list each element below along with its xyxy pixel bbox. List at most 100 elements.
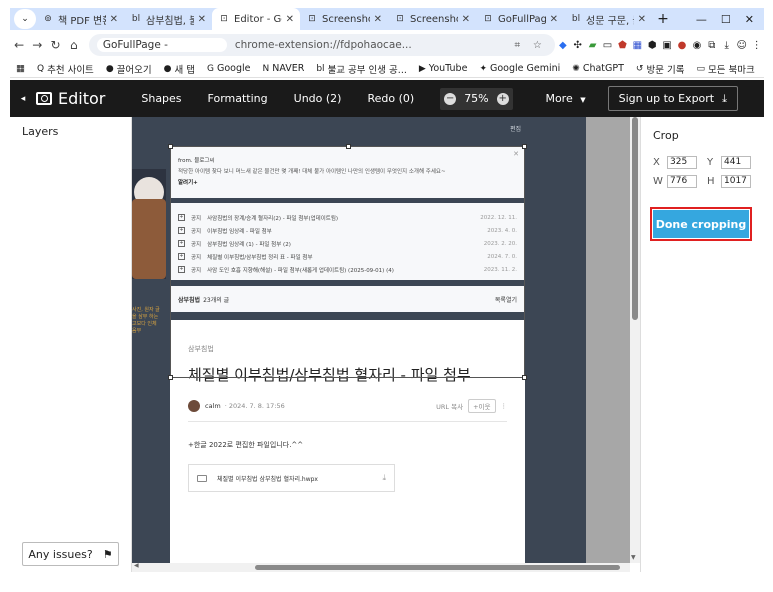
edit-badge: 편집 [510,126,522,133]
tab-close-icon[interactable]: ✕ [110,14,118,25]
bookmark-item[interactable]: Q 추천 사이트 [31,62,100,76]
notice-list-card: + 공지 사암침법의 장계/승계 혈자리(2) - 파일 첨부(업데이트됨) 2022… [170,203,525,280]
bookmark-item[interactable]: ↺ 방문 기록 [630,62,691,76]
site-chip[interactable]: GoFullPage - [96,38,227,52]
browser-tab[interactable]: bl 삼부침법, 불 ✕ [124,8,212,30]
neighbor-button: +이웃 [468,399,496,413]
profile-avatar-icon[interactable]: ☺ [734,40,749,51]
tab-close-icon[interactable]: ✕ [374,14,382,25]
bookmark-item[interactable]: bl 불교 공부 인생 공... [310,62,413,76]
tab-close-icon[interactable]: ✕ [638,14,646,25]
browser-tab[interactable]: ⊡ Screenshot ✕ [388,8,476,30]
crop-xy-row: X 325 Y 441 [653,156,751,169]
notice-title: 삼부침법 임상례 (1) - 파일 첨부 (2) [207,241,291,248]
list-toggle: 목록열기 [494,296,517,304]
post-meta: calm · 2024. 7. 8. 17:56 URL 복사 +이웃 ⋮ [188,399,507,413]
extension-icon-4[interactable]: ▭ [600,40,615,51]
bookmark-star-icon[interactable]: ☆ [527,40,547,51]
bookmark-item[interactable]: ● 새 탭 [158,62,201,76]
browser-tab[interactable]: ⊡ Screenshot ✕ [300,8,388,30]
crop-w-input[interactable]: 776 [667,175,697,188]
forward-arrow-icon[interactable]: → [28,38,46,52]
horizontal-scroll-thumb[interactable] [255,565,620,570]
tab-close-icon[interactable]: ✕ [198,14,206,25]
any-issues-button[interactable]: Any issues? ⚑ [22,542,119,566]
crop-panel: Crop X 325 Y 441 W 776 H 1017 Done cropp… [640,117,764,572]
bookmark-item[interactable]: ▶ YouTube [413,62,474,76]
tab-close-icon[interactable]: ✕ [286,14,294,25]
tab-favicon-icon: bl [131,14,141,24]
minimize-icon[interactable]: — [696,13,707,26]
scroll-left-arrow-icon[interactable]: ◀ [134,562,139,569]
maximize-icon[interactable]: ☐ [721,13,731,26]
formatting-menu[interactable]: Formatting [208,92,268,105]
extension-icon-7[interactable]: ⬢ [645,40,660,51]
bookmark-item[interactable]: G Google [201,62,257,76]
artwork-figure [132,199,166,279]
bookmark-item[interactable]: N NAVER [257,62,311,76]
sign-up-export-button[interactable]: Sign up to Export ⤓ [607,86,738,111]
more-menu[interactable]: More ▼ [545,92,585,105]
sidebar-note: 사진, 원자 글을 삼부 하는 고보다 인체 음부 [132,307,160,334]
extension-icon-3[interactable]: ▰ [585,40,600,51]
back-caret-icon[interactable]: ◂ [16,94,30,104]
horizontal-scrollbar[interactable]: ◀ [132,562,630,572]
extension-icon-5[interactable]: ⬟ [615,40,630,51]
browser-tab[interactable]: ⊚ 책 PDF 변환 ✕ [36,8,124,30]
vertical-scrollbar[interactable]: ▼ [630,117,640,563]
browser-tab[interactable]: ⊡ GoFullPage ✕ [476,8,564,30]
plus-box-icon: + [178,253,185,260]
zoom-out-icon[interactable]: − [444,92,457,105]
zoom-in-icon[interactable]: + [496,92,509,105]
crop-title: Crop [653,129,679,142]
browser-menu-icon[interactable]: ⋮ [749,40,764,51]
translate-icon[interactable]: ⌗ [507,40,527,51]
crop-y-input[interactable]: 441 [721,156,751,169]
undo-button[interactable]: Undo (2) [294,92,342,105]
redo-button[interactable]: Redo (0) [367,92,414,105]
notice-title: 체질별 이부침법/삼부침법 정리 표 - 파일 첨부 [207,254,313,261]
post-divider [188,421,507,422]
all-bookmarks-folder[interactable]: ▭ 모든 북마크 [690,62,764,76]
bookmark-favicon-icon: ● [163,63,172,74]
browser-tab[interactable]: ⊡ Editor - GoF ✕ [212,8,300,30]
bookmark-item[interactable]: ● 끌어오기 [100,62,158,76]
tab-list: ⊚ 책 PDF 변환 ✕ bl 삼부침법, 불 ✕ ⊡ Editor - GoF ✕ ⊡ Scree… [36,8,652,30]
bookmark-label: Google [216,63,251,74]
editor-canvas[interactable]: 사진, 원자 글을 삼부 하는 고보다 인체 음부 편집 from. 블로그씨 … [132,117,630,563]
extension-icon-9[interactable]: ● [675,40,690,51]
scroll-down-arrow-icon[interactable]: ▼ [631,554,636,561]
home-icon[interactable]: ⌂ [65,38,83,52]
browser-tab[interactable]: bl 성문 구문, 불 ✕ [564,8,652,30]
bookmark-label: 끌어오기 [116,64,152,76]
reload-icon[interactable]: ↻ [46,38,64,52]
bookmark-item[interactable]: ✺ ChatGPT [566,62,630,76]
back-arrow-icon[interactable]: ← [10,38,28,52]
extension-icon-2[interactable]: ✣ [570,40,585,51]
bookmark-favicon-icon: N [262,63,270,74]
notice-list: + 공지 사암침법의 장계/승계 혈자리(2) - 파일 첨부(업데이트됨) 2022… [178,211,517,276]
crop-x-input[interactable]: 325 [667,156,697,169]
tab-close-icon[interactable]: ✕ [550,14,558,25]
editor-header: ◂ Editor Shapes Formatting Undo (2) Redo… [10,80,764,117]
crop-h-input[interactable]: 1017 [721,175,751,188]
shapes-menu[interactable]: Shapes [141,92,181,105]
url-text: chrome-extension://fdpohaocae... [234,39,412,51]
vertical-scroll-thumb[interactable] [632,117,638,320]
bookmark-item[interactable]: ✦ Google Gemini [473,62,566,76]
address-bar[interactable]: GoFullPage - chrome-extension://fdpohaoc… [88,34,556,56]
post-card: 삼부침법 체질별 이부침법/삼부침법 혈자리 - 파일 첨부 calm · 20… [170,320,525,563]
chevron-down-icon: ▼ [580,96,586,104]
new-tab-button[interactable]: + [652,11,674,27]
apps-grid-icon[interactable]: ▦ [10,63,31,74]
download-icon[interactable]: ⤓ [719,40,734,51]
close-window-icon[interactable]: ✕ [745,13,754,26]
extension-icon-6[interactable]: ▦ [630,40,645,51]
tab-close-icon[interactable]: ✕ [462,14,470,25]
extension-icon-1[interactable]: ◆ [555,40,570,51]
camera-extension-icon[interactable]: ◉ [690,40,705,51]
extensions-puzzle-icon[interactable]: ⧉ [704,40,719,51]
done-cropping-button[interactable]: Done cropping [650,207,752,241]
extension-icon-8[interactable]: ▣ [660,40,675,51]
tab-search-chevron-icon[interactable]: ⌄ [14,9,36,29]
